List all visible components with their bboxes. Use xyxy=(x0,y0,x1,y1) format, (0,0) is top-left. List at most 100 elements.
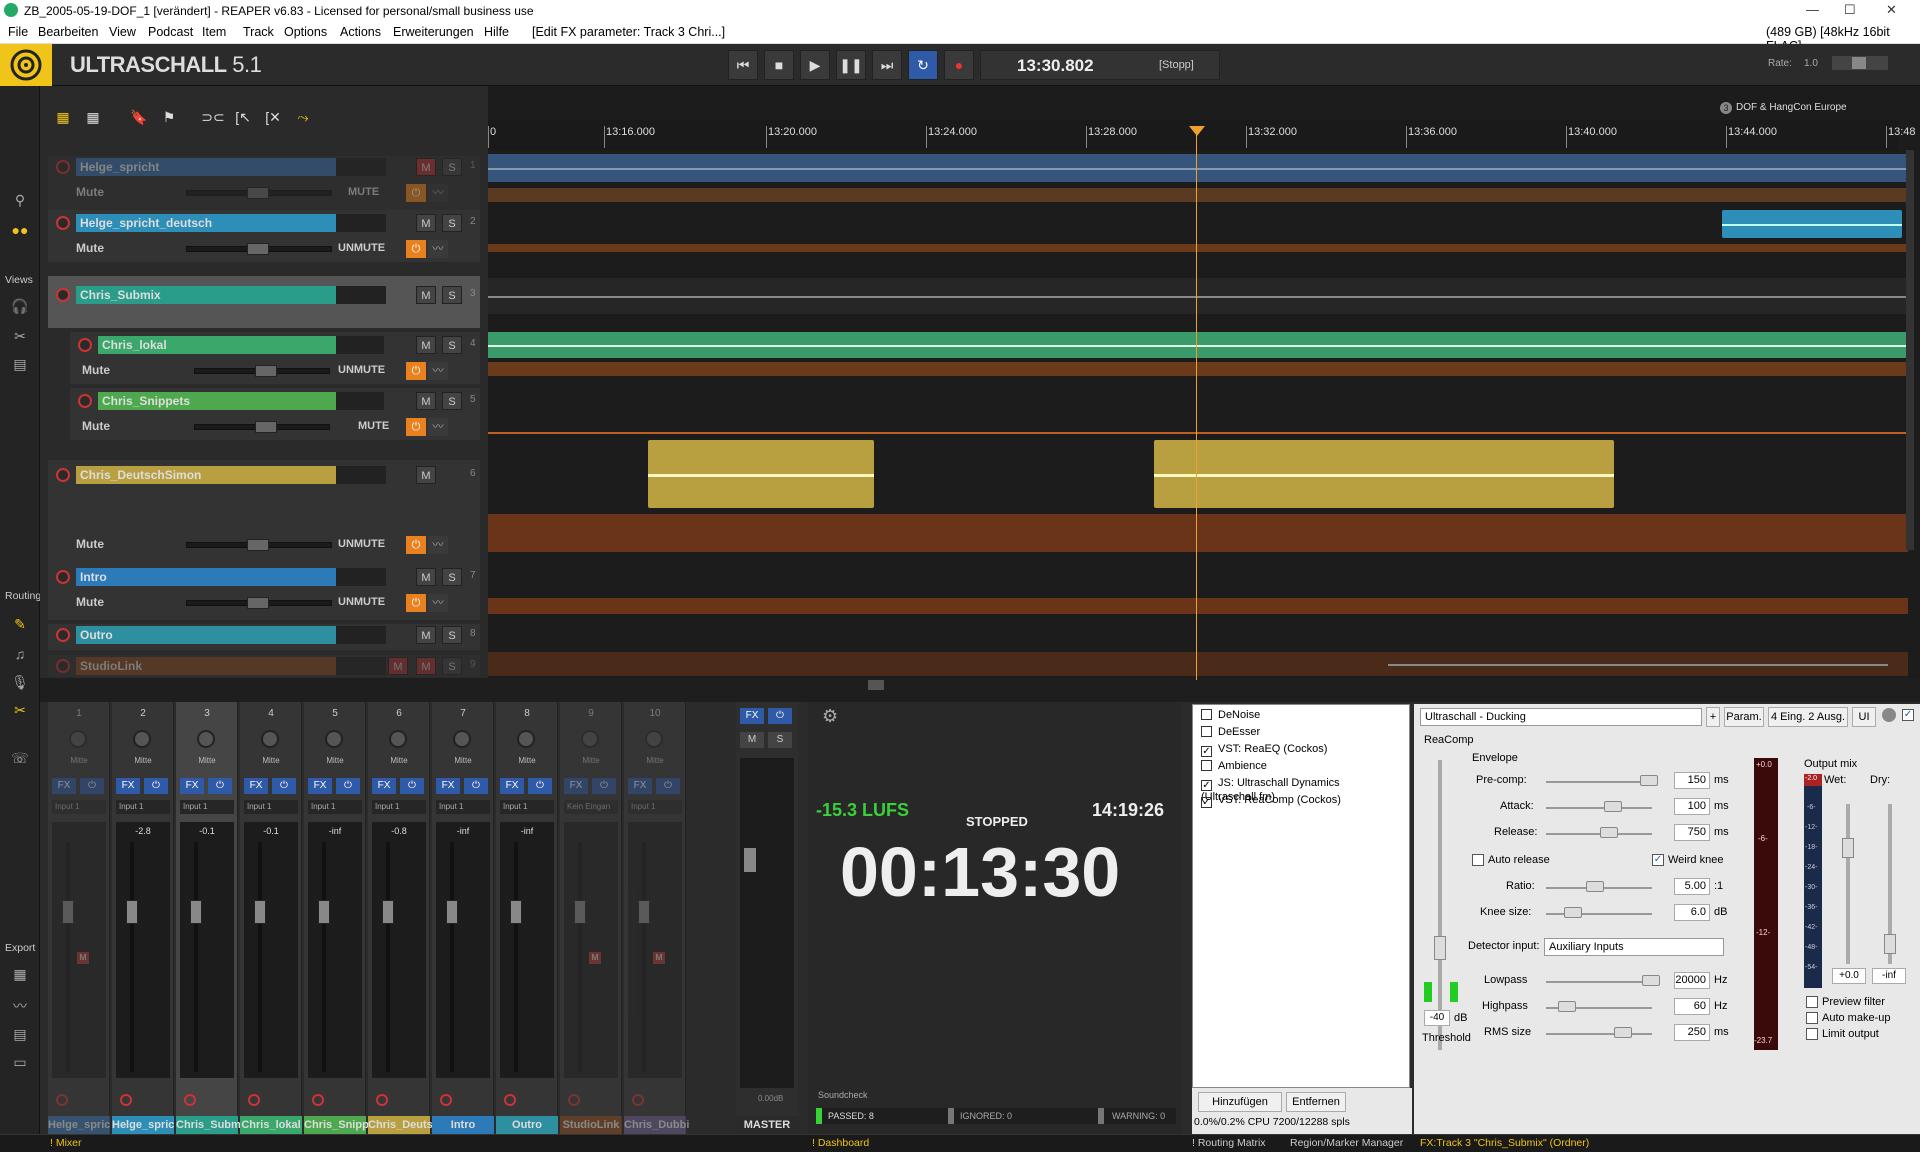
envelope-lane[interactable] xyxy=(488,514,1908,552)
track-name[interactable]: Helge_spricht_deutsch xyxy=(80,216,212,230)
track-name[interactable]: Chris_lokal xyxy=(102,338,167,352)
item-deutschsimon-1[interactable] xyxy=(648,440,874,508)
preset-add-button[interactable]: + xyxy=(1706,707,1720,727)
dry-value[interactable]: -inf xyxy=(1872,968,1906,984)
input-select[interactable]: Input 1 xyxy=(116,800,170,814)
threshold-slider[interactable] xyxy=(1438,760,1442,1050)
add-fx-button[interactable]: Hinzufügen xyxy=(1198,1092,1282,1112)
mute-button[interactable]: M xyxy=(416,392,436,410)
go-end-button[interactable]: ⏭ xyxy=(872,50,902,80)
play-button[interactable]: ▶ xyxy=(800,50,830,80)
fx-checkbox[interactable]: ✓ xyxy=(1201,780,1212,791)
ratio-value[interactable]: 5.00 xyxy=(1674,878,1710,895)
item-chris-submix[interactable] xyxy=(488,278,1908,314)
envelope-button[interactable]: 〰 xyxy=(428,418,448,436)
fx-checkbox[interactable] xyxy=(1201,726,1212,737)
param-button[interactable]: Param. xyxy=(1724,707,1764,727)
record-arm-icon[interactable] xyxy=(78,394,92,408)
lane-slider[interactable] xyxy=(194,365,330,377)
power-button[interactable]: ⏻ xyxy=(406,536,426,554)
mixer-strip[interactable]: 3 Mitte FX ⏻ Input 1 -0.1 Chris_Subm xyxy=(176,702,241,1134)
threshold-thumb[interactable] xyxy=(1434,936,1446,960)
input-select[interactable]: Input 1 xyxy=(436,800,490,814)
mixer-strip[interactable]: 4 Mitte FX ⏻ Input 1 -0.1 Chris_lokal xyxy=(240,702,302,1134)
precomp-value[interactable]: 150 xyxy=(1674,772,1710,789)
menu-item[interactable]: Item xyxy=(202,25,226,39)
repeat-button[interactable]: ↻ xyxy=(908,50,938,80)
fx-item-reacomp[interactable]: ✓ VST: ReaComp (Cockos) xyxy=(1201,794,1341,808)
fader[interactable] xyxy=(574,900,586,924)
track-name[interactable]: Outro xyxy=(80,628,113,642)
record-arm-icon[interactable] xyxy=(56,160,70,174)
release-value[interactable]: 750 xyxy=(1674,824,1710,841)
fx-button[interactable]: FX xyxy=(52,778,76,794)
mute-button[interactable]: M xyxy=(416,626,436,644)
record-arm-icon[interactable] xyxy=(56,1094,68,1106)
pan-knob[interactable] xyxy=(325,730,343,748)
record-arm-icon[interactable] xyxy=(120,1094,132,1106)
weird-knee-checkbox[interactable]: ✓ xyxy=(1652,854,1664,866)
dock-tab-region[interactable]: Region/Marker Manager xyxy=(1290,1137,1403,1149)
vertical-scrollbar[interactable] xyxy=(1906,150,1914,550)
input-select[interactable]: Input 1 xyxy=(628,800,682,814)
mute-button[interactable]: M xyxy=(416,568,436,586)
track-studiolink[interactable]: StudioLink M M S 9 xyxy=(48,655,480,677)
fx-checkbox[interactable] xyxy=(1201,760,1212,771)
rms-slider[interactable] xyxy=(1546,1033,1652,1035)
auto-makeup-checkbox[interactable] xyxy=(1806,1012,1818,1024)
record-arm-icon[interactable] xyxy=(248,1094,260,1106)
menu-podcast[interactable]: Podcast xyxy=(148,25,193,39)
envelope-lane[interactable] xyxy=(488,188,1908,202)
power-button[interactable]: ⏻ xyxy=(406,418,426,436)
lane-slider[interactable] xyxy=(194,421,330,433)
release-slider[interactable] xyxy=(1546,833,1652,835)
pan-knob[interactable] xyxy=(389,730,407,748)
envelope-button[interactable]: 〰 xyxy=(428,594,448,612)
item-helge-deutsch[interactable] xyxy=(1722,210,1902,238)
power-button[interactable]: ⏻ xyxy=(406,362,426,380)
fader[interactable] xyxy=(446,900,458,924)
menu-fx-param[interactable]: [Edit FX parameter: Track 3 Chri...] xyxy=(532,25,725,39)
input-select[interactable]: Input 1 xyxy=(180,800,234,814)
threshold-value[interactable]: -40 xyxy=(1424,1010,1450,1026)
fader[interactable] xyxy=(62,900,74,924)
track-helge-spricht-deutsch[interactable]: Helge_spricht_deutsch M S 2 Mute UNMUTE ⏻ 〰 xyxy=(48,210,480,262)
menu-actions[interactable]: Actions xyxy=(340,25,381,39)
minimize-icon[interactable]: — xyxy=(1806,2,1819,17)
rms-value[interactable]: 250 xyxy=(1674,1024,1710,1041)
fx-item-denoise[interactable]: DeNoise xyxy=(1201,709,1260,721)
mixer-strip[interactable]: 5 Mitte FX ⏻ Input 1 -inf Chris_Snipp xyxy=(304,702,369,1134)
input-select[interactable]: Input 1 xyxy=(500,800,554,814)
ripple-icon[interactable]: ⤳ xyxy=(290,104,316,130)
mixer-strip[interactable]: 9 Mitte FX ⏻ Kein Eingan M StudioLink xyxy=(560,702,622,1134)
fader[interactable] xyxy=(318,900,330,924)
track-chris-snippets[interactable]: Chris_Snippets M S 5 Mute MUTE ⏻ 〰 xyxy=(70,388,480,440)
mixer-strip[interactable]: 7 Mitte FX ⏻ Input 1 -inf Intro xyxy=(432,702,494,1134)
trim-left-icon[interactable]: [↖ xyxy=(230,104,256,130)
split-icon[interactable]: ⊃⊂ xyxy=(200,104,226,130)
lowpass-slider[interactable] xyxy=(1546,981,1652,983)
limit-output-checkbox[interactable] xyxy=(1806,1028,1818,1040)
fx-item-ambience[interactable]: Ambience xyxy=(1201,760,1267,772)
record-arm-icon[interactable] xyxy=(56,659,70,673)
pan-knob[interactable] xyxy=(69,730,87,748)
detector-select[interactable]: Auxiliary Inputs xyxy=(1544,938,1724,956)
rms-thumb[interactable] xyxy=(1614,1027,1632,1038)
highpass-value[interactable]: 60 xyxy=(1674,998,1710,1015)
marker-number[interactable]: 3 xyxy=(1720,102,1732,114)
io-button[interactable]: 4 Eing. 2 Ausg. xyxy=(1768,707,1848,727)
record-arm-icon[interactable] xyxy=(56,570,70,584)
remove-fx-button[interactable]: Entfernen xyxy=(1286,1092,1346,1112)
pan-knob[interactable] xyxy=(645,730,663,748)
lane-slider[interactable] xyxy=(186,187,332,199)
fader[interactable] xyxy=(638,900,650,924)
settings-gear-icon[interactable]: ⚙ xyxy=(822,706,838,727)
item-deutschsimon-2[interactable] xyxy=(1154,440,1614,508)
music-icon[interactable]: ♫ xyxy=(8,646,32,666)
record-arm-icon[interactable] xyxy=(568,1094,580,1106)
phone-icon[interactable]: ☏ xyxy=(8,750,32,770)
power-icon[interactable]: ⏻ xyxy=(336,778,360,794)
soundcheck-bar[interactable]: PASSED: 8 IGNORED: 0 WARNING: 0 xyxy=(816,1108,1176,1124)
track-intro[interactable]: Intro M S 7 Mute UNMUTE ⏻ 〰 xyxy=(48,566,480,620)
power-icon[interactable]: ⏻ xyxy=(208,778,232,794)
